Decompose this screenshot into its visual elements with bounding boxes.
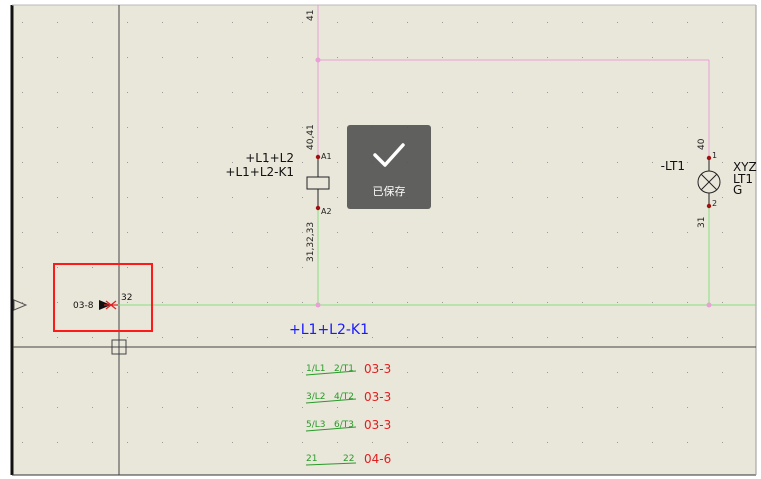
lamp-pin-1-dot[interactable]	[706, 155, 712, 161]
contact-ref[interactable]: 03-3	[364, 362, 391, 376]
schematic-canvas[interactable]: 41 40,41 31,32,33 40 31 +L1+L2 +L1+L2-K1…	[0, 0, 761, 479]
coil-pin-a2-label: A2	[321, 207, 332, 216]
wire-node[interactable]	[315, 302, 321, 308]
contact-ref[interactable]: 03-3	[364, 418, 391, 432]
coil-wire-numbers-bottom: 31,32,33	[306, 222, 316, 262]
lamp-wire-number-bottom: 31	[697, 217, 707, 228]
lamp-pin-2-label: 2	[712, 199, 717, 208]
contact-left-label: 3/L2	[306, 392, 326, 402]
contact-left-label: 1/L1	[306, 364, 326, 374]
wire-node[interactable]	[706, 302, 712, 308]
contact-left-label: 21	[306, 454, 317, 464]
lamp-wire-number-top: 40	[697, 138, 707, 150]
contact-ref[interactable]: 04-6	[364, 452, 391, 466]
contact-left-label: 5/L3	[306, 420, 326, 430]
contact-ref[interactable]: 03-3	[364, 390, 391, 404]
coil-wire-numbers-top: 40,41	[306, 124, 316, 150]
lamp-side-label-3: G	[733, 183, 742, 197]
coil-tag-line2[interactable]: +L1+L2-K1	[225, 165, 294, 179]
toast-message: 已保存	[372, 185, 406, 198]
contact-row[interactable]: 5/L3 6/T3 03-3	[305, 418, 391, 432]
coil-tag-line1[interactable]: +L1+L2	[245, 151, 294, 165]
lamp-tag[interactable]: -LT1	[661, 159, 685, 173]
top-wire-number: 41	[306, 10, 316, 21]
checkmark-icon	[373, 143, 405, 167]
selection-highlight-box	[53, 263, 153, 332]
contact-right-label: 22	[343, 454, 354, 464]
coil-pin-a2-dot[interactable]	[315, 205, 321, 211]
lamp-pin-1-label: 1	[712, 151, 717, 160]
saved-toast: 已保存	[347, 125, 431, 209]
grid-dots	[13, 5, 756, 475]
contact-row[interactable]: 1/L1 2/T1 03-3	[305, 362, 391, 376]
coil-pin-a1-dot[interactable]	[315, 154, 321, 160]
device-label[interactable]: +L1+L2-K1	[289, 322, 369, 338]
contact-row[interactable]: 3/L2 4/T2 03-3	[305, 390, 391, 404]
lamp-pin-2-dot[interactable]	[706, 203, 712, 209]
wire-node[interactable]	[315, 57, 321, 63]
coil-pin-a1-label: A1	[321, 152, 332, 161]
